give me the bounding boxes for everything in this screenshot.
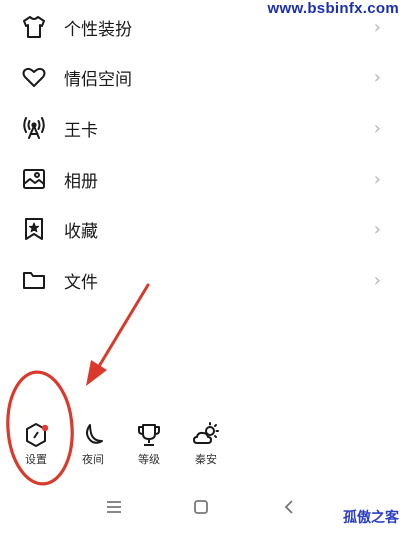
photo-album-icon [20,165,48,193]
weather-cloud-sun-icon [191,420,221,450]
menu-item-favorites[interactable]: 收藏 › [0,204,405,254]
menu-item-label: 情侣空间 [64,69,132,90]
level-button[interactable]: 等级 [129,420,169,467]
night-mode-button[interactable]: 夜间 [73,420,113,467]
weather-label: 秦安 [195,453,217,466]
bottom-actions-bar: 设置 夜间 等级 秦安 [0,420,405,480]
tshirt-icon [20,13,48,41]
menu-item-label: 收藏 [64,221,98,242]
square-icon [194,500,208,514]
menu-item-label: 王卡 [64,120,98,141]
chevron-right-icon: › [373,66,381,88]
menu-item-album[interactable]: 相册 › [0,154,405,204]
recent-apps-button[interactable] [99,492,129,522]
back-button[interactable] [274,492,304,522]
menu-item-couple-space[interactable]: 情侣空间 › [0,52,405,102]
home-button[interactable] [186,492,216,522]
menu-lines-icon [107,501,121,513]
watermark-bottom: 孤傲之客 [343,510,399,526]
trophy-icon [134,420,164,450]
menu-item-label: 相册 [64,171,98,192]
moon-icon [78,420,108,450]
settings-label: 设置 [25,453,47,466]
weather-button[interactable]: 秦安 [186,420,226,467]
chevron-right-icon: › [373,269,381,291]
level-label: 等级 [138,453,160,466]
bookmark-star-icon [20,215,48,243]
menu-item-label: 个性装扮 [64,19,132,40]
menu-item-personalization[interactable]: 个性装扮 › [0,2,405,52]
chevron-right-icon: › [373,168,381,190]
heart-icon [20,63,48,91]
chevron-right-icon: › [373,117,381,139]
settings-hexagon-icon [21,420,51,450]
chevron-right-icon: › [373,16,381,38]
menu-item-label: 文件 [64,272,98,293]
settings-button[interactable]: 设置 [16,420,56,467]
menu-item-files[interactable]: 文件 › [0,255,405,305]
back-arrow-icon [284,500,293,514]
chevron-right-icon: › [373,218,381,240]
night-mode-label: 夜间 [82,453,104,466]
signal-tower-icon [20,114,48,142]
folder-icon [20,266,48,294]
menu-item-king-card[interactable]: 王卡 › [0,103,405,153]
